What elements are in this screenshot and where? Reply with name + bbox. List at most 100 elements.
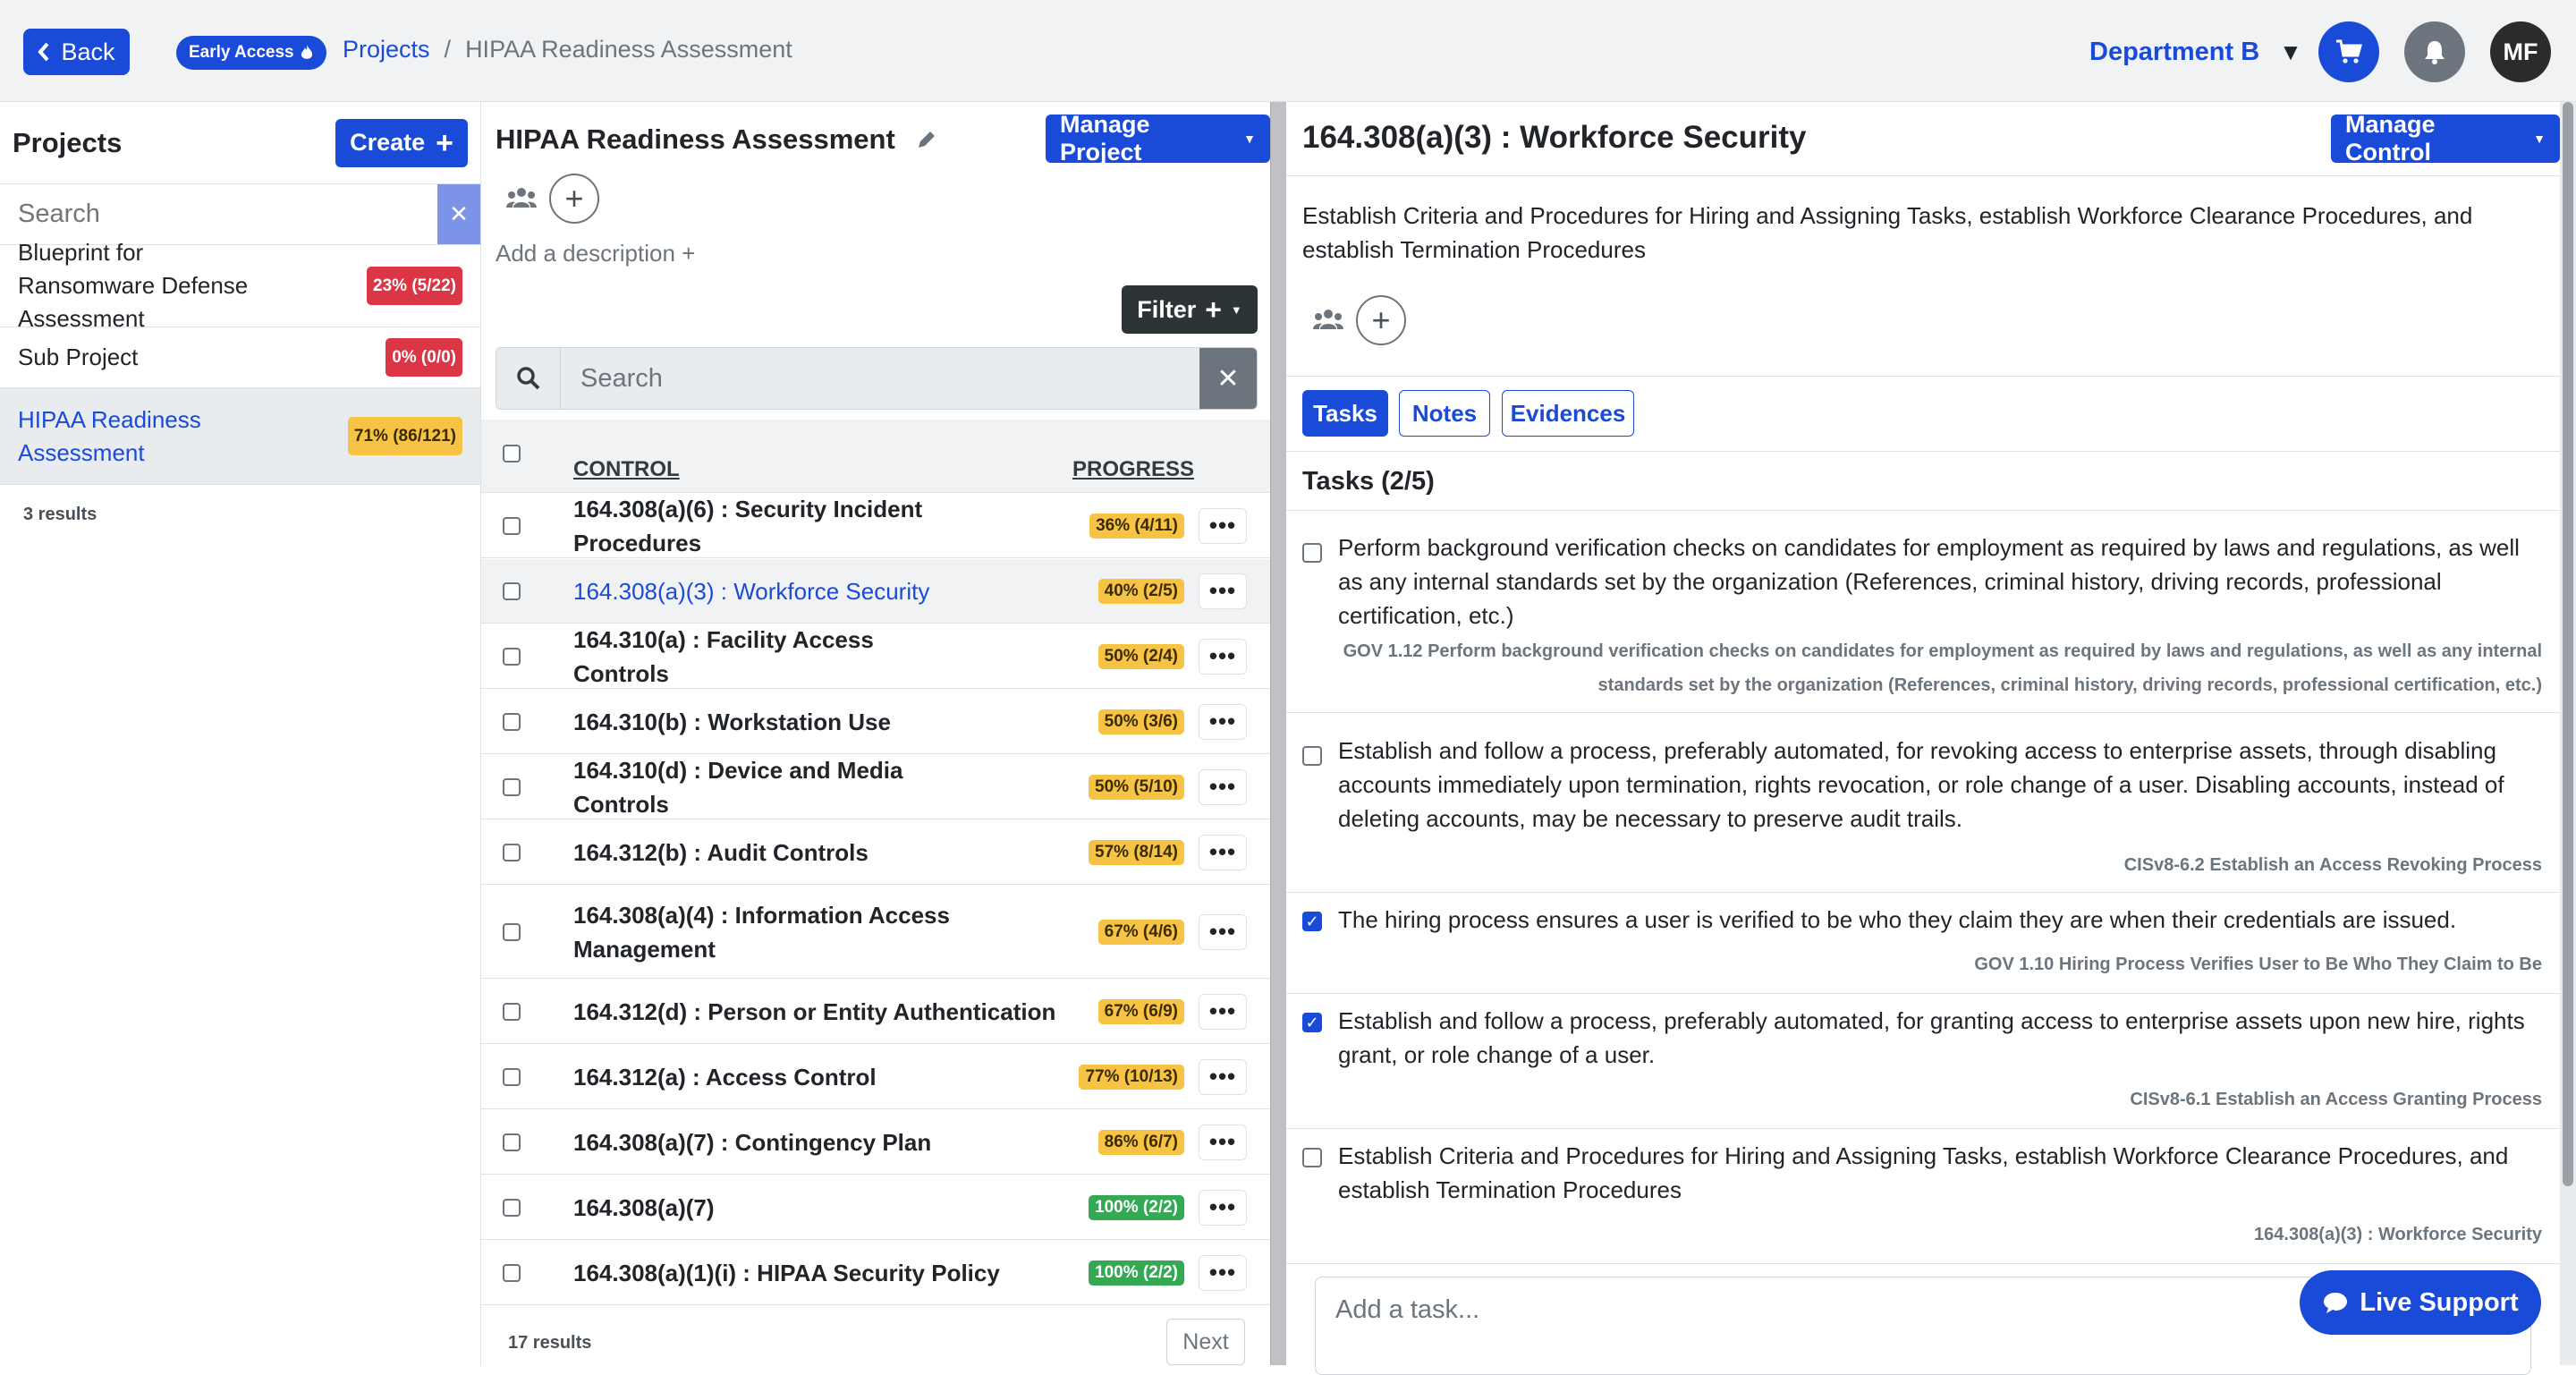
control-name[interactable]: 164.312(b) : Audit Controls [573, 836, 967, 870]
clear-search-button[interactable]: ✕ [437, 184, 480, 244]
tab-tasks[interactable]: Tasks [1302, 390, 1388, 437]
sidebar-search-input[interactable] [0, 184, 437, 244]
department-selector[interactable]: Department B ▼ [2089, 38, 2302, 67]
table-row[interactable]: 164.310(a) : Facility Access Controls 50… [481, 624, 1270, 689]
next-page-button[interactable]: Next [1166, 1319, 1245, 1365]
table-row[interactable]: 164.312(d) : Person or Entity Authentica… [481, 980, 1270, 1044]
row-checkbox[interactable] [503, 581, 521, 600]
notifications-button[interactable] [2404, 21, 2465, 82]
manage-control-button[interactable]: Manage Control ▼ [2331, 111, 2560, 166]
control-name[interactable]: 164.310(a) : Facility Access Controls [573, 623, 967, 691]
task-checkbox[interactable] [1302, 543, 1322, 563]
live-support-button[interactable]: Live Support [2300, 1270, 2541, 1335]
plus-icon: + [1371, 301, 1391, 338]
row-checkbox[interactable] [503, 516, 521, 535]
more-options-button[interactable]: ••• [1199, 573, 1247, 609]
control-name[interactable]: 164.308(a)(3) : Workforce Security [573, 574, 967, 608]
more-options-button[interactable]: ••• [1199, 1189, 1247, 1226]
cart-button[interactable] [2318, 21, 2379, 82]
back-button[interactable]: Back [23, 29, 130, 75]
pencil-icon[interactable] [915, 128, 938, 151]
table-row[interactable]: 164.308(a)(1)(i) : HIPAA Security Policy… [481, 1241, 1270, 1305]
control-name[interactable]: 164.310(d) : Device and Media Controls [573, 753, 967, 821]
task-item: Establish and follow a process, preferab… [1286, 714, 2560, 893]
breadcrumb: Projects / HIPAA Readiness Assessment [343, 36, 792, 64]
table-row[interactable]: 164.310(b) : Workstation Use 50% (3/6) •… [481, 690, 1270, 754]
table-row[interactable]: 164.312(b) : Audit Controls 57% (8/14) •… [481, 820, 1270, 885]
more-options-button[interactable]: ••• [1199, 703, 1247, 740]
control-name[interactable]: 164.312(a) : Access Control [573, 1060, 967, 1094]
create-project-button[interactable]: Create + [335, 118, 468, 167]
row-checkbox[interactable] [503, 843, 521, 861]
control-name[interactable]: 164.312(d) : Person or Entity Authentica… [573, 995, 1074, 1029]
control-name[interactable]: 164.308(a)(1)(i) : HIPAA Security Policy [573, 1256, 1074, 1290]
control-name[interactable]: 164.308(a)(6) : Security Incident Proced… [573, 492, 967, 560]
row-checkbox[interactable] [503, 1002, 521, 1021]
caret-down-icon: ▼ [2533, 132, 2546, 146]
live-support-label: Live Support [2360, 1287, 2519, 1317]
column-control[interactable]: CONTROL [573, 457, 680, 482]
task-checkbox[interactable] [1302, 746, 1322, 766]
scrollbar[interactable] [2560, 102, 2576, 1365]
avatar[interactable]: MF [2490, 21, 2551, 82]
select-all-checkbox[interactable] [503, 445, 521, 463]
row-checkbox[interactable] [503, 1067, 521, 1086]
control-name[interactable]: 164.308(a)(7) : Contingency Plan [573, 1125, 967, 1159]
control-name[interactable]: 164.310(b) : Workstation Use [573, 705, 967, 739]
manage-project-button[interactable]: Manage Project ▼ [1046, 111, 1270, 166]
tab-evidences[interactable]: Evidences [1502, 390, 1634, 437]
caret-down-icon: ▼ [1243, 132, 1256, 146]
sidebar-header: Projects Create + [0, 102, 480, 184]
table-row[interactable]: 164.308(a)(6) : Security Incident Proced… [481, 494, 1270, 558]
row-checkbox[interactable] [503, 1263, 521, 1282]
row-checkbox[interactable] [503, 712, 521, 731]
row-checkbox[interactable] [503, 922, 521, 941]
panel-resize-handle[interactable] [1270, 102, 1286, 1365]
scrollbar-thumb[interactable] [2563, 102, 2573, 1186]
add-member-button[interactable]: + [1356, 295, 1406, 345]
control-search-input[interactable]: Search [561, 348, 1199, 409]
task-checkbox[interactable]: ✓ [1302, 1013, 1322, 1032]
column-progress[interactable]: PROGRESS [1072, 457, 1194, 482]
more-options-button[interactable]: ••• [1199, 913, 1247, 950]
more-options-button[interactable]: ••• [1199, 507, 1247, 544]
add-member-button[interactable]: + [549, 174, 599, 224]
task-checkbox[interactable] [1302, 1148, 1322, 1167]
task-checkbox[interactable]: ✓ [1302, 912, 1322, 931]
control-name[interactable]: 164.308(a)(4) : Information Access Manag… [573, 898, 967, 966]
row-checkbox[interactable] [503, 777, 521, 796]
table-row[interactable]: 164.308(a)(4) : Information Access Manag… [481, 886, 1270, 979]
more-options-button[interactable]: ••• [1199, 1058, 1247, 1095]
task-reference: 164.308(a)(3) : Workforce Security [2254, 1225, 2542, 1244]
table-row-active[interactable]: 164.308(a)(3) : Workforce Security 40% (… [481, 559, 1270, 624]
tab-notes[interactable]: Notes [1399, 390, 1490, 437]
control-search: Search ✕ [496, 347, 1258, 410]
row-checkbox[interactable] [503, 647, 521, 666]
more-options-button[interactable]: ••• [1199, 834, 1247, 870]
project-item[interactable]: Sub Project 0% (0/0) [0, 327, 480, 388]
breadcrumb-separator: / [444, 36, 452, 63]
more-options-button[interactable]: ••• [1199, 1124, 1247, 1160]
table-row[interactable]: 164.308(a)(7) 100% (2/2) ••• [481, 1176, 1270, 1240]
project-item-active[interactable]: HIPAA Readiness Assessment 71% (86/121) [0, 388, 480, 485]
table-row[interactable]: 164.310(d) : Device and Media Controls 5… [481, 755, 1270, 819]
add-description-link[interactable]: Add a description + [496, 240, 695, 267]
task-reference: CISv8-6.2 Establish an Access Revoking P… [2123, 855, 2542, 875]
row-checkbox[interactable] [503, 1133, 521, 1151]
more-options-button[interactable]: ••• [1199, 638, 1247, 675]
clear-search-button[interactable]: ✕ [1199, 348, 1257, 409]
more-options-button[interactable]: ••• [1199, 1254, 1247, 1291]
more-options-button[interactable]: ••• [1199, 993, 1247, 1030]
table-row[interactable]: 164.312(a) : Access Control 77% (10/13) … [481, 1045, 1270, 1109]
control-name[interactable]: 164.308(a)(7) [573, 1191, 967, 1225]
table-row[interactable]: 164.308(a)(7) : Contingency Plan 86% (6/… [481, 1110, 1270, 1175]
breadcrumb-projects-link[interactable]: Projects [343, 36, 430, 64]
project-item[interactable]: Blueprint for Ransomware Defense Assessm… [0, 239, 480, 332]
early-access-badge[interactable]: Early Access [176, 36, 326, 70]
close-icon: ✕ [1216, 363, 1240, 394]
row-checkbox[interactable] [503, 1198, 521, 1217]
more-options-button[interactable]: ••• [1199, 768, 1247, 805]
filter-button[interactable]: Filter + ▼ [1122, 285, 1258, 334]
caret-down-icon: ▼ [2279, 38, 2302, 65]
progress-badge: 50% (5/10) [1089, 774, 1184, 800]
